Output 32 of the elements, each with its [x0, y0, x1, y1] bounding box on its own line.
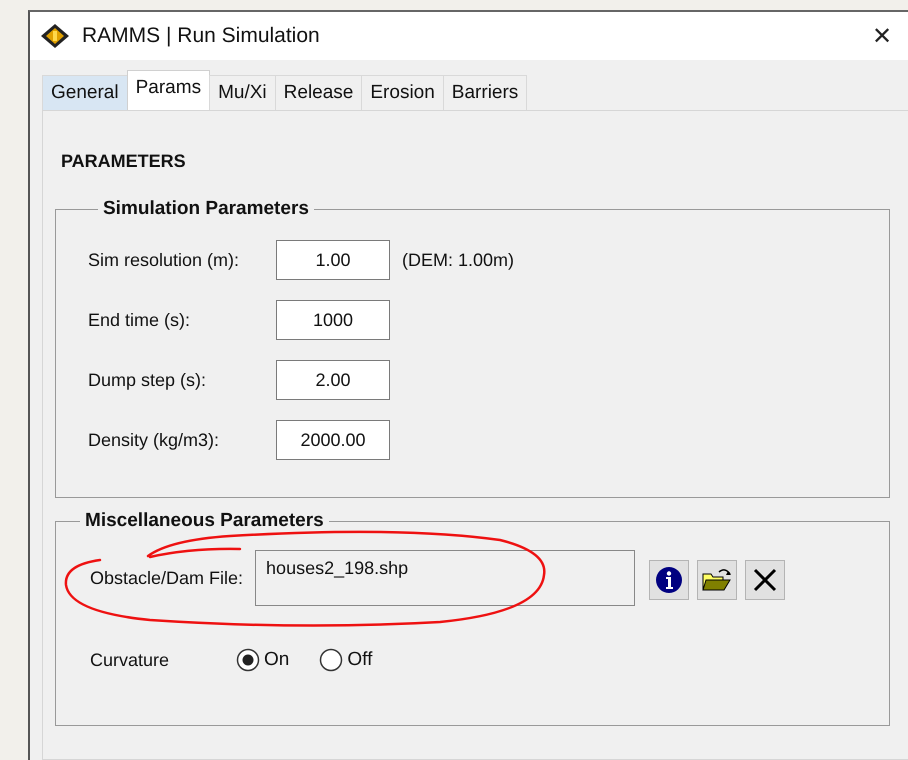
group-title: Simulation Parameters	[102, 198, 310, 220]
field-label: Density (kg/m3):	[88, 430, 220, 450]
clear-button[interactable]	[745, 560, 786, 600]
file-field[interactable]: houses2_198.shp	[255, 550, 636, 606]
tab[interactable]: Params	[126, 70, 210, 110]
tab[interactable]: Barriers	[442, 75, 528, 110]
field-label: Dump step (s):	[88, 370, 208, 390]
close-button[interactable]: ✕	[866, 22, 898, 50]
tab[interactable]: General	[42, 75, 128, 110]
radio-button[interactable]	[236, 648, 260, 672]
radio-option[interactable]: Off	[319, 648, 372, 672]
field-label: Curvature	[90, 650, 170, 670]
section-heading: PARAMETERS	[61, 151, 186, 172]
field-label: Sim resolution (m):	[88, 250, 240, 270]
radio-option[interactable]: On	[236, 648, 290, 672]
info-icon	[655, 566, 684, 594]
input-field[interactable]: 1000	[276, 300, 390, 340]
close-icon	[752, 567, 778, 593]
input-field[interactable]: 2000.00	[276, 420, 390, 460]
tab[interactable]: Mu/Xi	[209, 75, 276, 110]
input-field[interactable]: 2.00	[276, 360, 390, 400]
group-title: Miscellaneous Parameters	[84, 510, 325, 532]
input-field[interactable]: 1.00	[276, 240, 390, 280]
window-title: RAMMS | Run Simulation	[82, 24, 321, 48]
field-label: Obstacle/Dam File:	[90, 568, 244, 589]
folder-icon	[701, 567, 734, 593]
field-note: (DEM: 1.00m)	[402, 250, 514, 270]
info-button[interactable]	[649, 560, 690, 600]
app-logo-icon	[40, 23, 70, 49]
radio-button[interactable]	[319, 648, 344, 672]
open-button[interactable]	[697, 560, 738, 600]
field-label: End time (s):	[88, 310, 192, 330]
